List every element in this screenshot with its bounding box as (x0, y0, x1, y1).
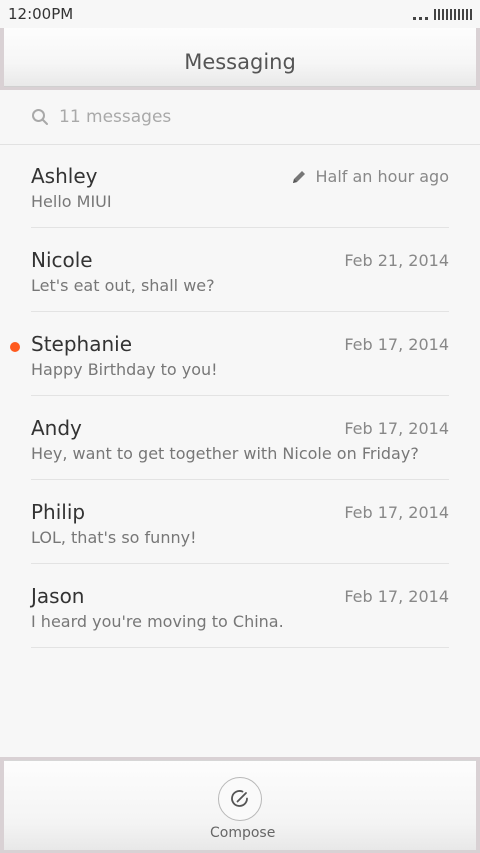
search-input[interactable]: 11 messages (59, 107, 171, 127)
unread-indicator (10, 342, 20, 352)
message-date: Feb 17, 2014 (344, 419, 449, 438)
status-indicators (413, 6, 472, 22)
compose-icon (231, 790, 248, 807)
contact-name: Nicole (31, 248, 93, 272)
compose-circle (218, 777, 262, 821)
message-list-panel: 11 messages Ashley Half an hour ago Hell… (0, 90, 480, 757)
message-date: Feb 17, 2014 (344, 587, 449, 606)
contact-name: Stephanie (31, 332, 133, 356)
divider (31, 647, 449, 648)
conversation-item[interactable]: Ashley Half an hour ago Hello MIUI (0, 144, 480, 228)
message-preview: LOL, that's so funny! (31, 528, 197, 547)
signal-dots-icon (413, 8, 428, 20)
conversation-item[interactable]: Jason Feb 17, 2014 I heard you're moving… (0, 564, 480, 648)
conversation-item[interactable]: Philip Feb 17, 2014 LOL, that's so funny… (0, 480, 480, 564)
contact-name: Philip (31, 500, 86, 524)
status-bar: 12:00PM (0, 0, 480, 28)
pencil-icon (293, 170, 306, 183)
status-time: 12:00PM (8, 5, 74, 23)
contact-name: Andy (31, 416, 82, 440)
compose-label: Compose (210, 825, 276, 841)
page-title: Messaging (184, 50, 296, 74)
conversation-list: Ashley Half an hour ago Hello MIUI Nicol… (0, 144, 480, 648)
battery-icon (434, 8, 472, 20)
message-preview: Hello MIUI (31, 192, 112, 211)
header: Messaging (4, 28, 476, 87)
message-date: Feb 17, 2014 (344, 335, 449, 354)
message-date: Feb 17, 2014 (344, 503, 449, 522)
message-preview: I heard you're moving to China. (31, 612, 284, 631)
contact-name: Jason (31, 584, 85, 608)
conversation-item[interactable]: Andy Feb 17, 2014 Hey, want to get toget… (0, 396, 480, 480)
compose-button[interactable]: Compose (210, 767, 276, 845)
contact-name: Ashley (31, 164, 98, 188)
conversation-item[interactable]: Nicole Feb 21, 2014 Let's eat out, shall… (0, 228, 480, 312)
message-preview: Happy Birthday to you! (31, 360, 218, 379)
search-icon (32, 109, 48, 125)
message-preview: Hey, want to get together with Nicole on… (31, 444, 419, 463)
message-date: Half an hour ago (291, 167, 449, 186)
conversation-item[interactable]: Stephanie Feb 17, 2014 Happy Birthday to… (0, 312, 480, 396)
message-preview: Let's eat out, shall we? (31, 276, 215, 295)
message-date: Feb 21, 2014 (344, 251, 449, 270)
message-date-text: Half an hour ago (315, 167, 449, 186)
bottom-bar: Compose (4, 760, 476, 850)
search-bar[interactable]: 11 messages (0, 90, 480, 145)
